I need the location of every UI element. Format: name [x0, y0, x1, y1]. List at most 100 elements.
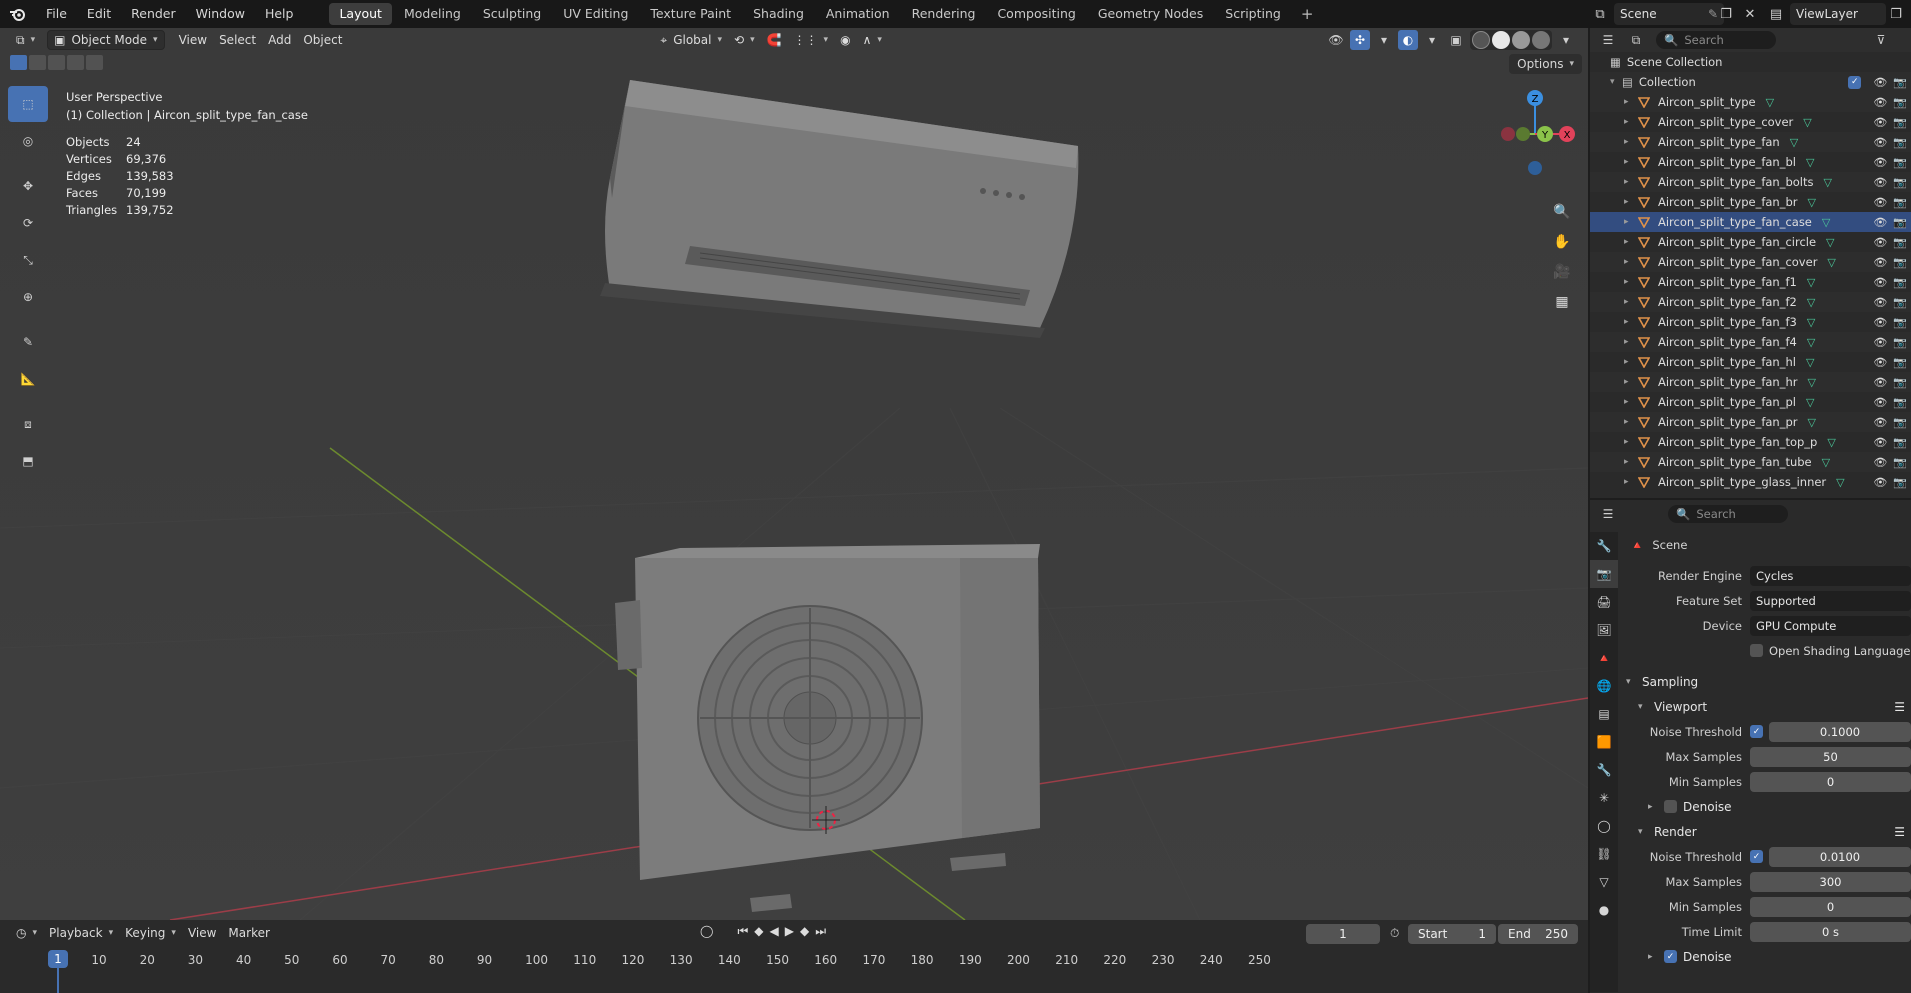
- menu-file[interactable]: File: [36, 0, 77, 28]
- gizmo-neg-x-icon[interactable]: [1501, 127, 1515, 141]
- outliner-object-row[interactable]: ▸ Aircon_split_type_fan_br ▽ 👁 📷: [1590, 192, 1911, 212]
- render-noise-threshold-checkbox[interactable]: ✓: [1750, 850, 1763, 863]
- menu-add[interactable]: Add: [262, 30, 297, 50]
- new-scene-icon[interactable]: ❐: [1716, 4, 1736, 24]
- outliner-object-row[interactable]: ▸ Aircon_split_type_fan_f2 ▽ 👁 📷: [1590, 292, 1911, 312]
- options-button[interactable]: Options ▾: [1509, 54, 1582, 74]
- camera-icon[interactable]: 📷: [1893, 316, 1907, 329]
- camera-icon[interactable]: 📷: [1893, 416, 1907, 429]
- menu-view[interactable]: View: [173, 30, 213, 50]
- snap-toggle-icon[interactable]: 🧲: [761, 30, 788, 50]
- mesh-data-icon[interactable]: ▽: [1806, 356, 1814, 369]
- mesh-data-icon[interactable]: ▽: [1807, 336, 1815, 349]
- eye-icon[interactable]: 👁: [1873, 136, 1887, 149]
- outliner-search-input[interactable]: 🔍 Search: [1656, 31, 1776, 49]
- mesh-data-icon[interactable]: ▽: [1827, 436, 1835, 449]
- blender-logo-icon[interactable]: [0, 0, 36, 28]
- preview-range-icon[interactable]: ⏱: [1390, 926, 1399, 941]
- frame-ruler[interactable]: 10 20 30 40 50 60 70 80 90 100 110 120 130 140 150 160 1…: [8, 950, 1580, 970]
- rotate-tool-icon[interactable]: ⟳: [8, 205, 48, 241]
- eye-icon[interactable]: 👁: [1873, 76, 1887, 89]
- jump-start-icon[interactable]: ⏮: [737, 924, 748, 939]
- annotate-tool-icon[interactable]: ✎: [8, 324, 48, 360]
- outliner-object-row[interactable]: ▸ Aircon_split_type_fan_bl ▽ 👁 📷: [1590, 152, 1911, 172]
- camera-icon[interactable]: 📷: [1893, 256, 1907, 269]
- tab-modeling[interactable]: Modeling: [394, 3, 471, 25]
- outliner-object-row[interactable]: ▸ Aircon_split_type_fan_hr ▽ 👁 📷: [1590, 372, 1911, 392]
- select-mode-intersect-icon[interactable]: [86, 55, 103, 70]
- outliner-object-row[interactable]: ▸ Aircon_split_type_fan_circle ▽ 👁 📷: [1590, 232, 1911, 252]
- camera-icon[interactable]: 📷: [1893, 196, 1907, 209]
- new-view-layer-icon[interactable]: ❐: [1886, 4, 1906, 24]
- tool-tab-icon[interactable]: 🔧: [1590, 532, 1618, 560]
- tab-animation[interactable]: Animation: [816, 3, 900, 25]
- eye-icon[interactable]: 👁: [1873, 276, 1887, 289]
- viewport-sampling-header[interactable]: ▾ Viewport ☰: [1626, 694, 1911, 719]
- sampling-panel-header[interactable]: ▾ Sampling: [1626, 669, 1911, 694]
- expand-icon[interactable]: ▸: [1624, 97, 1636, 107]
- proportional-editing-icon[interactable]: ◉: [834, 30, 856, 50]
- overlays-toggle-icon[interactable]: ◐: [1398, 30, 1418, 50]
- overlays-dropdown-icon[interactable]: ▾: [1422, 30, 1442, 50]
- prev-keyframe-icon[interactable]: ◆: [754, 924, 763, 939]
- pivot-point-icon[interactable]: ⟲ ▾: [728, 30, 761, 50]
- camera-icon[interactable]: 📷: [1893, 376, 1907, 389]
- tab-uv-editing[interactable]: UV Editing: [553, 3, 638, 25]
- eye-icon[interactable]: 👁: [1873, 336, 1887, 349]
- tab-rendering[interactable]: Rendering: [902, 3, 986, 25]
- expand-icon[interactable]: ▸: [1624, 237, 1636, 247]
- menu-keying[interactable]: Keying ▾: [119, 923, 182, 943]
- menu-edit[interactable]: Edit: [77, 0, 121, 28]
- viewport-denoise-header[interactable]: ▸ Denoise: [1626, 794, 1911, 819]
- outliner-object-row[interactable]: ▸ Aircon_split_type_glass_inner ▽ 👁 📷: [1590, 472, 1911, 492]
- osl-checkbox[interactable]: [1750, 644, 1763, 657]
- eye-icon[interactable]: 👁: [1873, 316, 1887, 329]
- view-layer-icon[interactable]: ▤: [1766, 4, 1786, 24]
- editor-type-icon[interactable]: ◷ ▾: [10, 923, 43, 943]
- eye-icon[interactable]: 👁: [1873, 116, 1887, 129]
- tab-geometry-nodes[interactable]: Geometry Nodes: [1088, 3, 1213, 25]
- outliner-object-row[interactable]: ▸ Aircon_split_type_cover ▽ 👁 📷: [1590, 112, 1911, 132]
- move-tool-icon[interactable]: ✥: [8, 168, 48, 204]
- eye-icon[interactable]: 👁: [1873, 216, 1887, 229]
- outliner-object-row[interactable]: ▸ Aircon_split_type_fan_top_p ▽ 👁 📷: [1590, 432, 1911, 452]
- expand-icon[interactable]: ▸: [1624, 377, 1636, 387]
- eye-icon[interactable]: 👁: [1873, 356, 1887, 369]
- expand-icon[interactable]: ▸: [1624, 357, 1636, 367]
- select-mode-extend-icon[interactable]: [29, 55, 46, 70]
- camera-icon[interactable]: 📷: [1893, 396, 1907, 409]
- render-denoise-checkbox[interactable]: ✓: [1664, 950, 1677, 963]
- camera-view-icon[interactable]: 🎥: [1548, 258, 1576, 286]
- expand-icon[interactable]: ▸: [1624, 317, 1636, 327]
- outliner-object-row[interactable]: ▸ Aircon_split_type_fan_case ▽ 👁 📷: [1590, 212, 1911, 232]
- mesh-data-icon[interactable]: ▽: [1803, 116, 1811, 129]
- expand-icon[interactable]: ▸: [1624, 457, 1636, 467]
- camera-icon[interactable]: 📷: [1893, 476, 1907, 489]
- select-mode-subtract-icon[interactable]: [48, 55, 65, 70]
- camera-icon[interactable]: 📷: [1893, 76, 1907, 89]
- output-tab-icon[interactable]: 🖨: [1590, 588, 1618, 616]
- select-box-tool-icon[interactable]: ⬚: [8, 86, 48, 122]
- scene-tab-icon[interactable]: 🔺: [1590, 644, 1618, 672]
- render-max-samples-field[interactable]: 300: [1750, 871, 1911, 892]
- mesh-data-icon[interactable]: ▽: [1807, 196, 1815, 209]
- menu-render[interactable]: Render: [121, 0, 186, 28]
- 3d-viewport[interactable]: ⧉ ▾ ▣ Object Mode ▾ View Select Add Object…: [0, 28, 1588, 920]
- mesh-data-icon[interactable]: ▽: [1806, 396, 1814, 409]
- scene-field[interactable]: Scene ✎: [1614, 3, 1724, 25]
- time-limit-field[interactable]: 0 s: [1750, 921, 1911, 942]
- mesh-data-icon[interactable]: ▽: [1807, 316, 1815, 329]
- pan-hand-icon[interactable]: ✋: [1548, 228, 1576, 256]
- modifier-tab-icon[interactable]: 🔧: [1590, 756, 1618, 784]
- viewport-min-samples-field[interactable]: 0: [1750, 771, 1911, 792]
- editor-type-button[interactable]: ⧉ ▾: [10, 30, 41, 50]
- scene-icon[interactable]: ⧉: [1590, 4, 1610, 24]
- collection-checkbox[interactable]: ✓: [1848, 75, 1862, 89]
- start-frame-field[interactable]: Start 1: [1408, 924, 1496, 944]
- display-mode-icon[interactable]: ⧉: [1626, 30, 1646, 50]
- navigation-gizmo[interactable]: Z X Y: [1490, 86, 1580, 206]
- cursor-tool-icon[interactable]: ◎: [8, 123, 48, 159]
- orthographic-toggle-icon[interactable]: ▦: [1548, 288, 1576, 316]
- outliner-object-row[interactable]: ▸ Aircon_split_type_fan_pl ▽ 👁 📷: [1590, 392, 1911, 412]
- outliner-object-row[interactable]: ▸ Aircon_split_type_fan_f4 ▽ 👁 📷: [1590, 332, 1911, 352]
